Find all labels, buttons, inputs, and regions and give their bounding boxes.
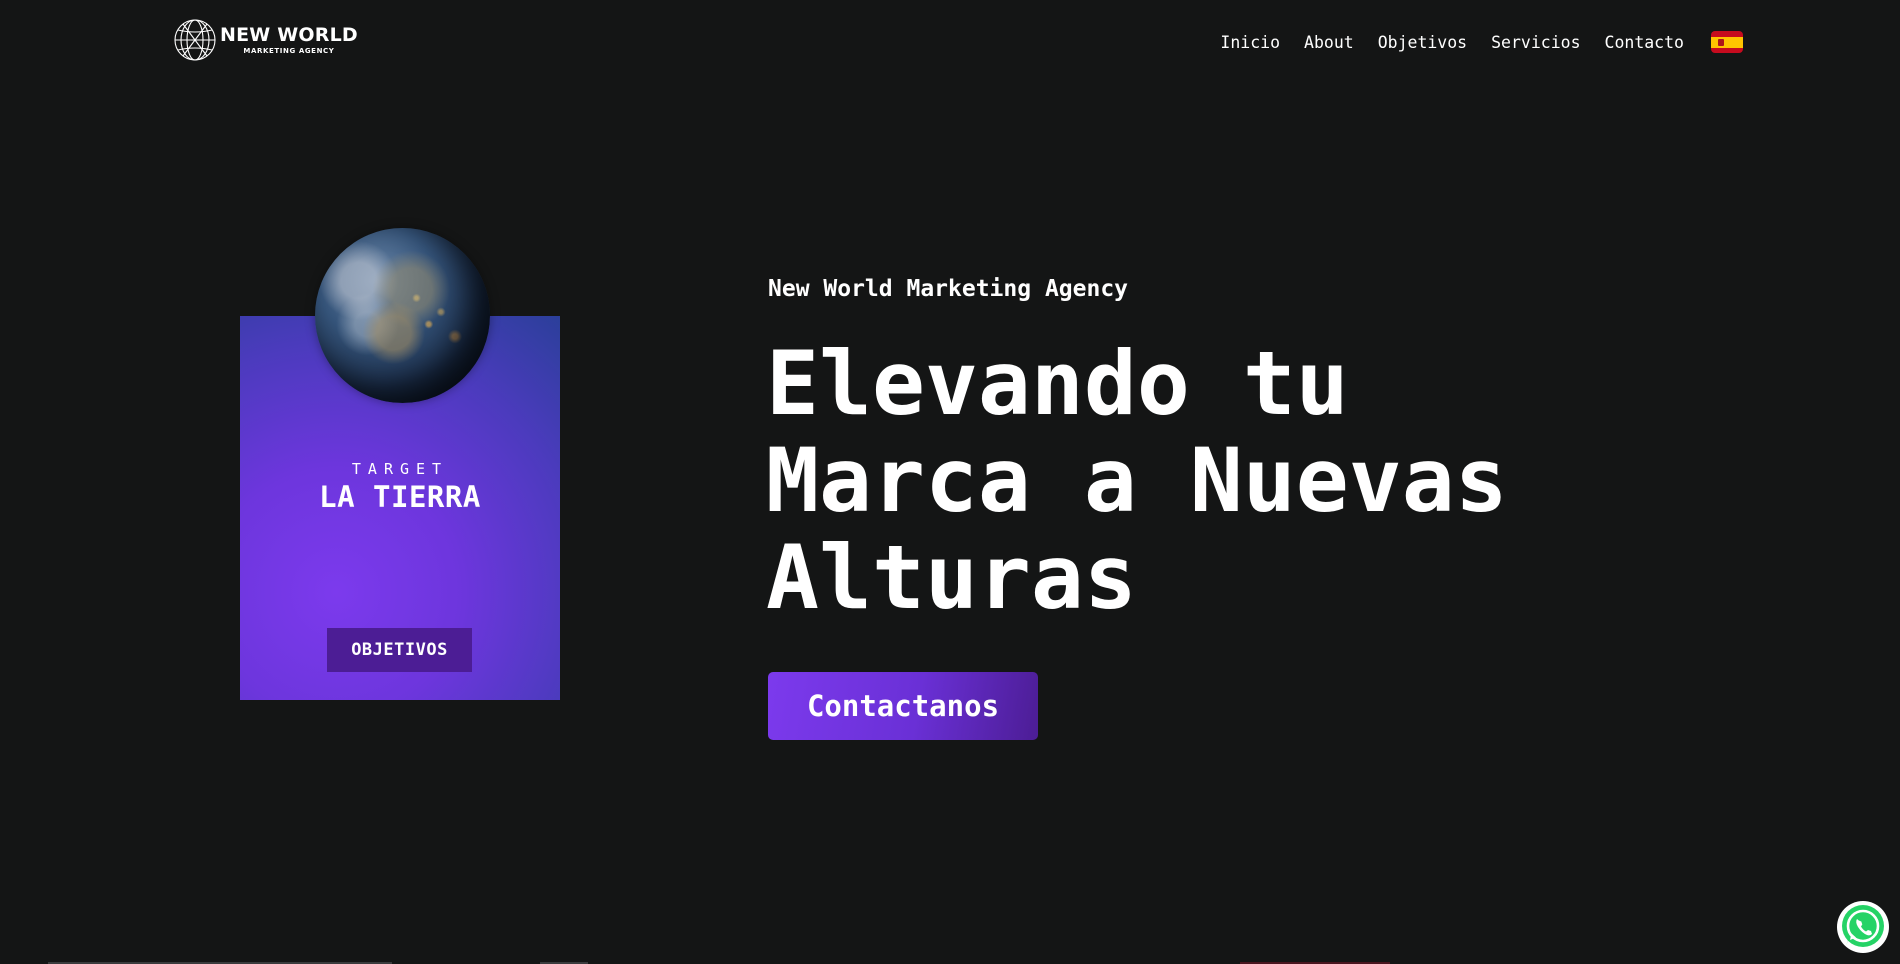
- nav-item-servicios[interactable]: Servicios: [1491, 33, 1580, 52]
- logo-title: NEW WORLD: [220, 23, 358, 46]
- card-title: LA TIERRA: [319, 480, 481, 514]
- earth-globe-image: [315, 228, 490, 403]
- spain-flag-icon[interactable]: [1711, 31, 1743, 53]
- objetivos-button[interactable]: OBJETIVOS: [327, 628, 472, 672]
- whatsapp-icon: [1842, 905, 1884, 947]
- nav-item-about[interactable]: About: [1304, 33, 1354, 52]
- site-header: NEW WORLD MARKETING AGENCY Inicio About …: [0, 0, 1900, 84]
- whatsapp-button[interactable]: [1837, 901, 1889, 953]
- logo-subtitle: MARKETING AGENCY: [243, 46, 335, 55]
- page: NEW WORLD MARKETING AGENCY Inicio About …: [0, 0, 1900, 964]
- main-nav: Inicio About Objetivos Servicios Contact…: [1220, 25, 1743, 59]
- nav-item-contacto[interactable]: Contacto: [1605, 33, 1684, 52]
- globe-wireframe-icon: [174, 19, 216, 61]
- nav-item-objetivos[interactable]: Objetivos: [1378, 33, 1467, 52]
- nav-item-inicio[interactable]: Inicio: [1220, 33, 1280, 52]
- hero-title-line: Elevando tu: [766, 332, 1349, 435]
- hero-title: Elevando tu Marca a Nuevas Alturas: [766, 335, 1726, 626]
- hero-eyebrow: New World Marketing Agency: [768, 276, 1129, 302]
- card-eyebrow: TARGET: [351, 460, 449, 478]
- contact-cta-button[interactable]: Contactanos: [768, 672, 1038, 740]
- brand-logo[interactable]: NEW WORLD MARKETING AGENCY: [173, 18, 378, 62]
- hero-title-line: Marca a Nuevas: [766, 429, 1508, 532]
- hero-title-line: Alturas: [766, 526, 1137, 629]
